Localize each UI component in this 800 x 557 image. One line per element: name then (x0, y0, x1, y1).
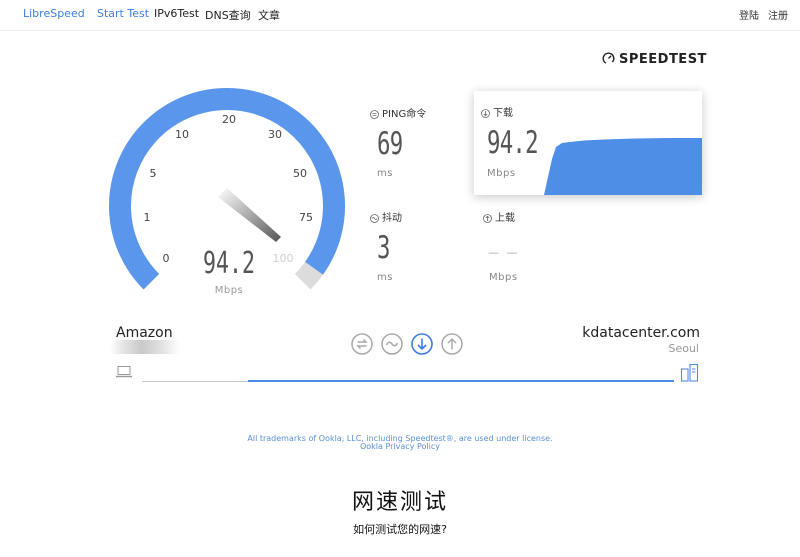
gauge-tick-label: 5 (150, 167, 157, 180)
nav-dns-query[interactable]: DNS查询 (205, 7, 251, 23)
jitter-value: 3 (377, 230, 390, 266)
jitter-label: 抖动 (382, 213, 402, 224)
speedometer-icon (602, 52, 615, 69)
download-card: 下载 94.2 Mbps (474, 91, 702, 195)
ping-step-icon[interactable] (351, 333, 373, 355)
server-host-name[interactable]: kdatacenter.com (582, 325, 700, 341)
gauge-tick-label: 20 (222, 113, 236, 126)
speed-gauge: 0 1 5 10 20 30 50 75 100 94.2 Mbps (109, 88, 345, 296)
download-unit: Mbps (487, 168, 516, 179)
register-link[interactable]: 注册 (768, 7, 788, 22)
nav-ipv6-test[interactable]: IPv6Test (154, 7, 199, 20)
download-speed-graph (544, 138, 702, 195)
nav-articles[interactable]: 文章 (258, 7, 280, 23)
top-navbar: LibreSpeed Start Test IPv6Test DNS查询 文章 … (0, 0, 800, 31)
upload-label-row: 上载 (483, 209, 515, 226)
jitter-label-row: 抖动 (370, 209, 402, 226)
download-value: 94.2 (487, 125, 539, 161)
gauge-needle (218, 188, 281, 242)
gauge-tick-label: 10 (175, 128, 189, 141)
client-isp-name: Amazon (116, 325, 173, 341)
upload-small-icon (483, 214, 492, 226)
progress-fill (248, 380, 674, 382)
gauge-unit: Mbps (215, 285, 244, 296)
article-subtitle: 如何测试您的网速? (353, 523, 447, 536)
gauge-tick-label: 30 (268, 128, 282, 141)
speedtest-logo: SPEEDTEST (602, 52, 707, 69)
upload-step-icon[interactable] (441, 333, 463, 355)
jitter-unit: ms (377, 272, 393, 283)
ping-value: 69 (377, 126, 403, 162)
server-location: Seoul (668, 342, 699, 355)
ping-icon (370, 110, 379, 122)
upload-label: 上载 (495, 213, 515, 224)
gauge-tick-label: 100 (273, 252, 294, 265)
article-title: 网速测试 (351, 490, 448, 515)
ping-label-row: PING命令 (370, 105, 426, 122)
gauge-tick-label: 75 (299, 211, 313, 224)
privacy-policy-link[interactable]: Ookla Privacy Policy (0, 442, 800, 451)
download-label: 下载 (493, 108, 513, 119)
login-link[interactable]: 登陆 (739, 7, 759, 22)
upload-value: — — (488, 246, 520, 259)
download-step-icon[interactable] (411, 333, 433, 355)
download-small-icon (481, 109, 490, 121)
gauge-tick-label: 1 (144, 211, 151, 224)
server-icon (680, 363, 699, 382)
gauge-value: 94.2 (203, 247, 255, 281)
jitter-icon (370, 214, 379, 226)
speedtest-logo-text: SPEEDTEST (619, 52, 707, 67)
gauge-tick-label: 0 (163, 252, 170, 265)
laptop-icon (116, 366, 132, 378)
gauge-tick-label: 50 (293, 167, 307, 180)
brand-logo[interactable]: LibreSpeed (23, 7, 85, 20)
gauge-tick-labels: 0 1 5 10 20 30 50 75 100 (144, 113, 314, 265)
ping-unit: ms (377, 168, 393, 179)
download-label-row: 下载 (481, 104, 513, 121)
nav-start-test[interactable]: Start Test (97, 7, 149, 20)
client-ip-redacted (110, 340, 180, 354)
upload-unit: Mbps (489, 272, 518, 283)
jitter-step-icon[interactable] (381, 333, 403, 355)
ping-label: PING命令 (382, 109, 427, 120)
